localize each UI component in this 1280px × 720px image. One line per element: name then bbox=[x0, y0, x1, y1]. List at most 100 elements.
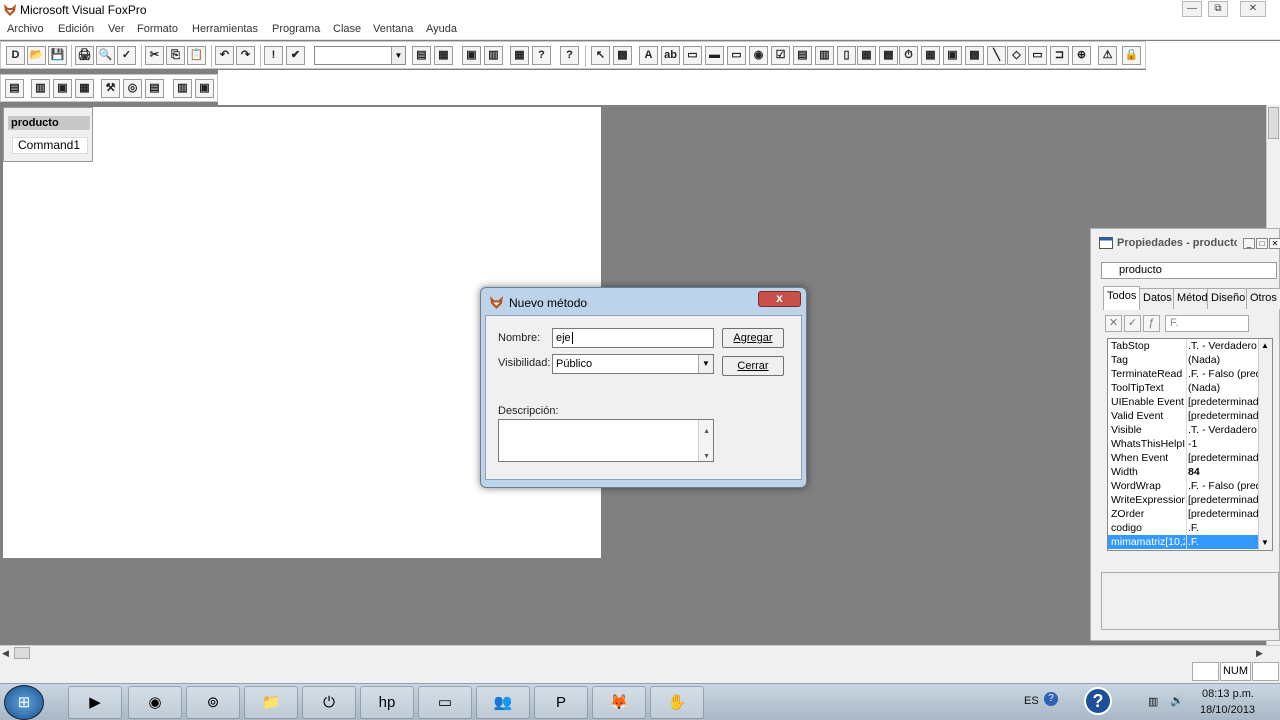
visibility-select[interactable]: Público ▼ bbox=[552, 354, 714, 374]
database-combo[interactable]: ▼ bbox=[314, 46, 406, 65]
close-dialog-button[interactable]: Cerrar bbox=[722, 356, 784, 376]
network-icon[interactable]: ▥ bbox=[1148, 695, 1158, 708]
listbox-icon[interactable]: ▥ bbox=[815, 46, 834, 65]
property-row[interactable]: ZOrder [predeterminado] bbox=[1108, 507, 1258, 521]
align-icon[interactable]: ▤ bbox=[5, 79, 24, 98]
class-browser-icon[interactable]: ▥ bbox=[484, 46, 503, 65]
pointer-icon[interactable]: ↖ bbox=[591, 46, 610, 65]
property-row[interactable]: WriteExpression[predeterminado] bbox=[1108, 493, 1258, 507]
command-group-icon[interactable]: ▭ bbox=[727, 46, 746, 65]
menu-programa[interactable]: Programa bbox=[272, 23, 320, 35]
help-icon[interactable]: ? bbox=[560, 46, 579, 65]
function-icon[interactable]: ƒ bbox=[1143, 315, 1160, 332]
pageframe-icon[interactable]: ▦ bbox=[921, 46, 940, 65]
tab-order-icon[interactable]: ▥ bbox=[31, 79, 50, 98]
line-icon[interactable]: ╲ bbox=[987, 46, 1006, 65]
ole-container-icon[interactable]: ▣ bbox=[943, 46, 962, 65]
scroll-up-icon[interactable]: ▲ bbox=[1261, 341, 1269, 350]
properties-window-icon[interactable]: ▦ bbox=[75, 79, 94, 98]
preview-icon[interactable]: 🔍 bbox=[96, 46, 115, 65]
timer-icon[interactable]: ⏱ bbox=[899, 46, 918, 65]
volume-icon[interactable]: 🔊 bbox=[1170, 694, 1184, 707]
print-icon[interactable]: 🖨 bbox=[75, 46, 94, 65]
dialog-close-button[interactable]: x bbox=[758, 291, 801, 307]
cut-icon[interactable]: ✂ bbox=[145, 46, 164, 65]
clock-time[interactable]: 08:13 p.m. bbox=[1202, 688, 1254, 700]
help-tray-icon[interactable]: ? bbox=[1044, 692, 1058, 706]
scroll-right-icon[interactable]: ▶ bbox=[1256, 648, 1263, 659]
copy-icon[interactable]: ⎘ bbox=[166, 46, 185, 65]
menu-archivo[interactable]: Archivo bbox=[7, 23, 44, 35]
layout-icon[interactable]: ▥ bbox=[173, 79, 192, 98]
separator-icon[interactable]: ⊐ bbox=[1050, 46, 1069, 65]
autoformat-icon[interactable]: ▣ bbox=[195, 79, 214, 98]
property-row[interactable]: Valid Event [predeterminado] bbox=[1108, 409, 1258, 423]
menu-ver[interactable]: Ver bbox=[108, 23, 125, 35]
container-icon[interactable]: ▭ bbox=[1028, 46, 1047, 65]
undo-icon[interactable]: ↶ bbox=[215, 46, 234, 65]
scroll-up-icon[interactable]: ▲ bbox=[703, 423, 710, 441]
scroll-left-icon[interactable]: ◀ bbox=[2, 648, 9, 659]
tab-datos[interactable]: Datos bbox=[1139, 288, 1176, 309]
cancel-icon[interactable]: ✕ bbox=[1105, 315, 1122, 332]
scroll-thumb[interactable] bbox=[1268, 107, 1279, 139]
chevron-down-icon[interactable]: ▼ bbox=[698, 355, 713, 373]
menu-formato[interactable]: Formato bbox=[137, 23, 178, 35]
tab-todos[interactable]: Todos bbox=[1103, 286, 1141, 310]
minimize-button[interactable]: — bbox=[1182, 1, 1202, 17]
command-window-icon[interactable]: ▤ bbox=[412, 46, 431, 65]
name-input[interactable]: eje bbox=[552, 328, 714, 348]
property-row[interactable]: TerminateRead.F. - Falso (predeterminado… bbox=[1108, 367, 1258, 381]
label-icon[interactable]: A bbox=[639, 46, 658, 65]
paste-icon[interactable]: 📋 bbox=[187, 46, 206, 65]
minimize-icon[interactable]: _ bbox=[1243, 238, 1255, 249]
close-button[interactable]: ✕ bbox=[1240, 1, 1266, 17]
combobox-icon[interactable]: ▤ bbox=[793, 46, 812, 65]
add-button[interactable]: Agregar bbox=[722, 328, 784, 348]
spellcheck-icon[interactable]: ✓ bbox=[117, 46, 136, 65]
form-controls-icon[interactable]: ◎ bbox=[123, 79, 142, 98]
spinner-icon[interactable]: ▯ bbox=[837, 46, 856, 65]
hyperlink-icon[interactable]: ⊕ bbox=[1072, 46, 1091, 65]
ole-bound-icon[interactable]: ▩ bbox=[965, 46, 984, 65]
language-indicator[interactable]: ES bbox=[1024, 695, 1039, 707]
scroll-down-icon[interactable]: ▼ bbox=[1261, 538, 1269, 547]
open-icon[interactable]: 📂 bbox=[27, 46, 46, 65]
run-icon[interactable]: ! bbox=[264, 46, 283, 65]
property-row[interactable]: codigo .F. bbox=[1108, 521, 1258, 535]
redo-icon[interactable]: ↷ bbox=[236, 46, 255, 65]
clock-date[interactable]: 18/10/2013 bbox=[1200, 704, 1255, 716]
shape-icon[interactable]: ◇ bbox=[1007, 46, 1026, 65]
option-group-icon[interactable]: ◉ bbox=[749, 46, 768, 65]
menu-herramientas[interactable]: Herramientas bbox=[192, 23, 258, 35]
property-row[interactable]: WordWrap .F. - Falso (predeterminado) bbox=[1108, 479, 1258, 493]
coverage-icon[interactable]: ? bbox=[532, 46, 551, 65]
form-designer-icon[interactable]: ▣ bbox=[462, 46, 481, 65]
start-button[interactable]: ⊞ bbox=[4, 685, 44, 720]
tab-otros[interactable]: Otros bbox=[1246, 288, 1280, 309]
help-icon[interactable]: ? bbox=[1084, 687, 1112, 715]
accept-icon[interactable]: ✓ bbox=[1124, 315, 1141, 332]
code-window-icon[interactable]: ⚒ bbox=[101, 79, 120, 98]
lock-icon[interactable]: 🔒 bbox=[1122, 46, 1141, 65]
editbox-icon[interactable]: ▭ bbox=[683, 46, 702, 65]
menu-clase[interactable]: Clase bbox=[333, 23, 361, 35]
horizontal-scrollbar[interactable]: ◀ ▶ bbox=[0, 645, 1280, 660]
property-row[interactable]: Visible .T. - Verdadero (predeterminado) bbox=[1108, 423, 1258, 437]
property-row[interactable]: Width 84 bbox=[1108, 465, 1258, 479]
property-row[interactable]: UIEnable Event[predeterminado] bbox=[1108, 395, 1258, 409]
restore-button[interactable]: ⧉ bbox=[1208, 1, 1228, 17]
scroll-thumb[interactable] bbox=[14, 647, 30, 659]
image-icon[interactable]: ▩ bbox=[879, 46, 898, 65]
tab-diseno[interactable]: Diseño bbox=[1207, 288, 1250, 309]
property-row[interactable]: ToolTipText (Nada) bbox=[1108, 381, 1258, 395]
maximize-icon[interactable]: □ bbox=[1256, 238, 1268, 249]
description-textarea[interactable]: ▲ ▼ bbox=[498, 419, 714, 462]
property-row-selected[interactable]: mimamatriz[10,2] .F. bbox=[1108, 535, 1258, 549]
component-gallery-icon[interactable]: ▦ bbox=[510, 46, 529, 65]
new-icon[interactable]: D bbox=[6, 46, 25, 65]
view-classes-icon[interactable]: ▩ bbox=[613, 46, 632, 65]
scroll-down-icon[interactable]: ▼ bbox=[703, 448, 710, 466]
property-value-input[interactable]: F. bbox=[1165, 315, 1249, 332]
messenger-icon[interactable]: 👥 bbox=[476, 686, 530, 719]
